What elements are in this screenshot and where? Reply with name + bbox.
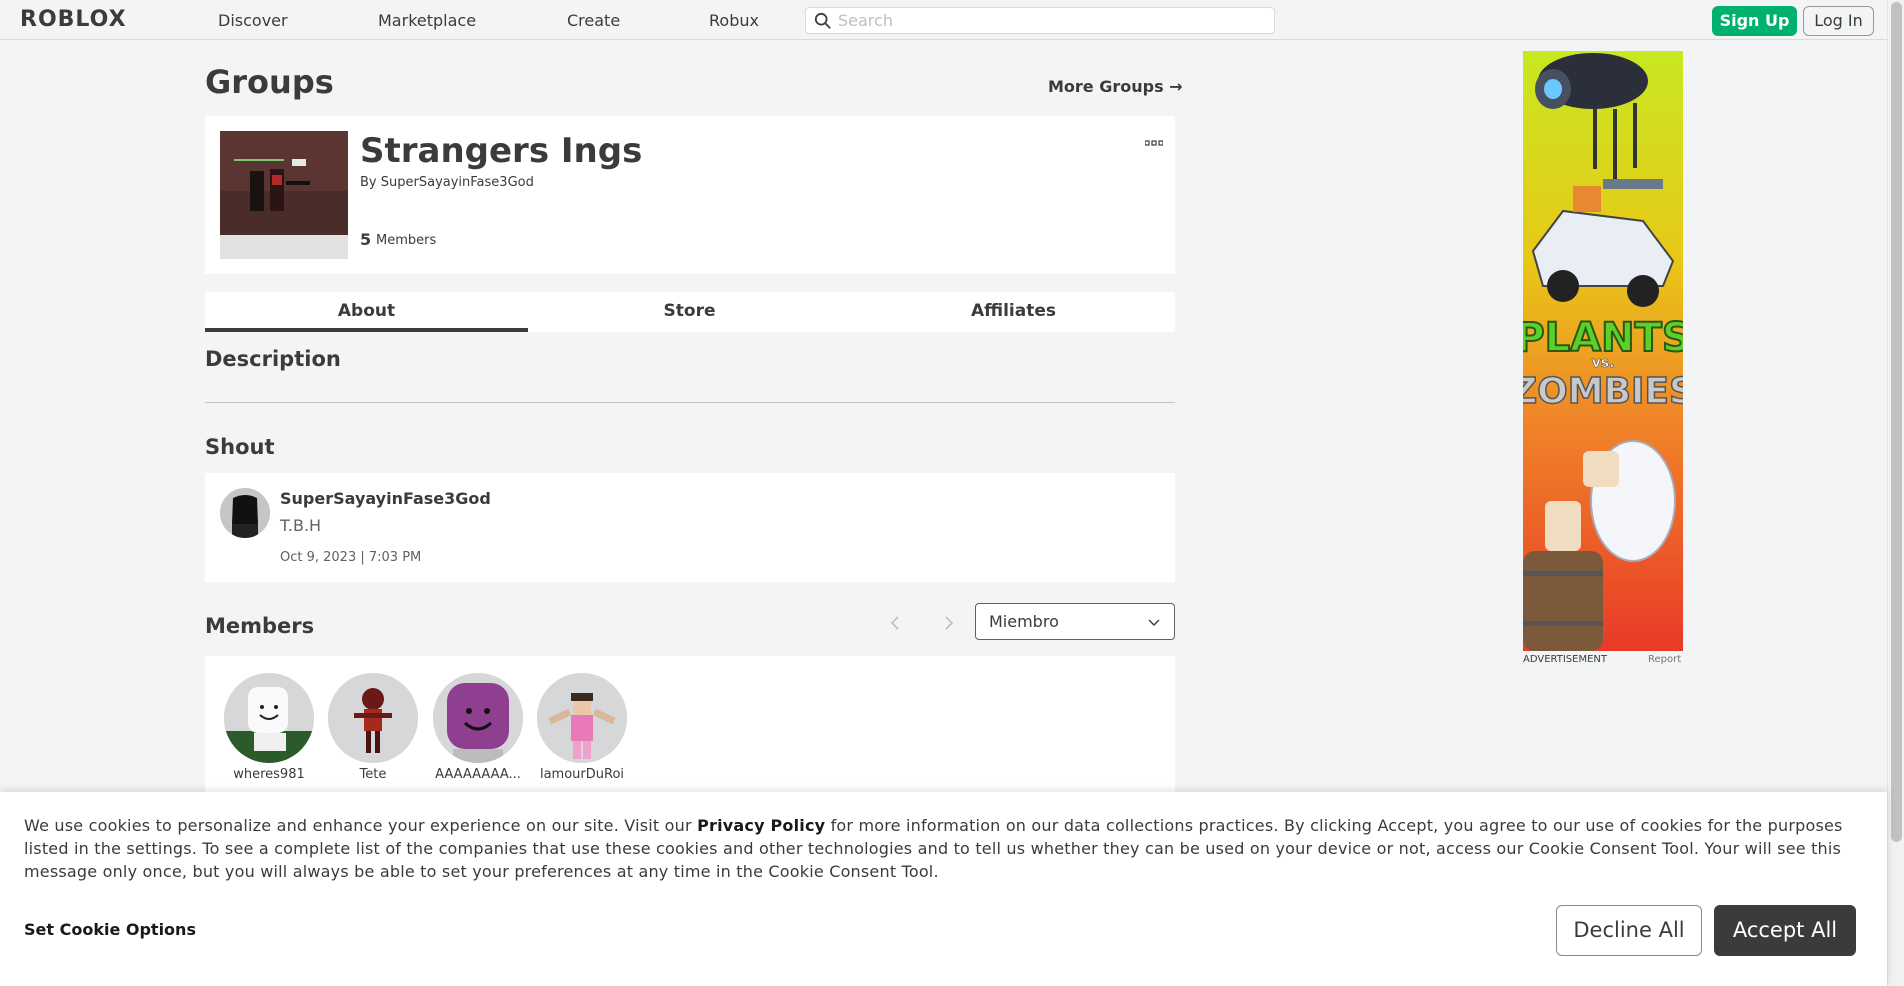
avatar[interactable] bbox=[537, 673, 627, 763]
search-icon bbox=[814, 12, 831, 29]
role-select[interactable]: Miembro bbox=[975, 603, 1175, 640]
members-heading: Members bbox=[205, 614, 315, 638]
group-member-count: 5 bbox=[360, 230, 372, 249]
member-card[interactable]: lamourDuRoi bbox=[536, 673, 628, 782]
shout-message: T.B.H bbox=[280, 516, 322, 535]
cookie-consent-banner: We use cookies to personalize and enhanc… bbox=[0, 792, 1887, 986]
avatar[interactable] bbox=[224, 673, 314, 763]
advertisement-label: ADVERTISEMENT bbox=[1523, 654, 1608, 665]
chevron-right-icon[interactable] bbox=[944, 612, 954, 636]
group-name: Strangers Ings bbox=[360, 131, 643, 171]
search-input[interactable] bbox=[838, 10, 1258, 31]
top-navigation-bar: ROBLOX Discover Marketplace Create Robux… bbox=[0, 0, 1887, 40]
vertical-scrollbar[interactable] bbox=[1887, 0, 1904, 986]
member-name[interactable]: lamourDuRoi bbox=[536, 767, 628, 782]
tab-store[interactable]: Store bbox=[528, 292, 851, 332]
ellipsis-icon[interactable] bbox=[1144, 132, 1164, 151]
avatar[interactable] bbox=[433, 673, 523, 763]
page-title: Groups bbox=[205, 63, 334, 101]
member-card[interactable]: wheres981 bbox=[223, 673, 315, 782]
scrollbar-thumb[interactable] bbox=[1891, 2, 1902, 842]
tab-about[interactable]: About bbox=[205, 292, 528, 332]
avatar[interactable] bbox=[220, 488, 270, 538]
shout-card: SuperSayayinFase3God T.B.H Oct 9, 2023 |… bbox=[205, 473, 1175, 582]
role-select-value: Miembro bbox=[989, 612, 1059, 631]
report-ad-link[interactable]: Report bbox=[1648, 654, 1681, 665]
shout-author-link[interactable]: SuperSayayinFase3God bbox=[280, 489, 491, 508]
roblox-logo[interactable]: ROBLOX bbox=[20, 7, 127, 32]
member-card[interactable]: Tete bbox=[327, 673, 419, 782]
tab-affiliates[interactable]: Affiliates bbox=[852, 292, 1175, 332]
members-list: wheres981 Tete AAAAAAAA... lamourDuRoi bbox=[205, 656, 1175, 796]
member-name[interactable]: Tete bbox=[327, 767, 419, 782]
group-header-card: Strangers Ings By SuperSayayinFase3God 5… bbox=[205, 116, 1175, 274]
nav-link-discover[interactable]: Discover bbox=[218, 11, 288, 30]
group-owner-line: By SuperSayayinFase3God bbox=[360, 175, 534, 190]
shout-timestamp: Oct 9, 2023 | 7:03 PM bbox=[280, 550, 422, 565]
ad-headline-3: ZOMBIES bbox=[1523, 371, 1683, 412]
nav-link-robux[interactable]: Robux bbox=[709, 11, 759, 30]
group-owner-link[interactable]: SuperSayayinFase3God bbox=[381, 175, 534, 190]
avatar[interactable] bbox=[328, 673, 418, 763]
more-groups-link[interactable]: More Groups → bbox=[1048, 77, 1183, 96]
decline-all-button[interactable]: Decline All bbox=[1556, 905, 1702, 956]
advertisement-banner[interactable]: PLANTS vs. ZOMBIES bbox=[1523, 51, 1683, 651]
log-in-button[interactable]: Log In bbox=[1803, 6, 1874, 36]
member-name[interactable]: AAAAAAAA... bbox=[432, 767, 524, 782]
nav-link-create[interactable]: Create bbox=[567, 11, 620, 30]
sign-up-button[interactable]: Sign Up bbox=[1712, 6, 1797, 36]
group-member-count-label: Members bbox=[376, 233, 437, 248]
member-card[interactable]: AAAAAAAA... bbox=[432, 673, 524, 782]
chevron-left-icon[interactable] bbox=[890, 612, 900, 636]
shout-heading: Shout bbox=[205, 435, 275, 459]
cookie-text-start: We use cookies to personalize and enhanc… bbox=[24, 816, 698, 835]
member-name[interactable]: wheres981 bbox=[223, 767, 315, 782]
privacy-policy-link[interactable]: Privacy Policy bbox=[697, 816, 825, 835]
by-label: By bbox=[360, 175, 377, 190]
group-emblem-image bbox=[220, 131, 348, 259]
description-heading: Description bbox=[205, 347, 341, 371]
set-cookie-options-link[interactable]: Set Cookie Options bbox=[24, 920, 196, 939]
group-tabs: About Store Affiliates bbox=[205, 292, 1175, 332]
chevron-down-icon bbox=[1148, 619, 1160, 626]
search-box[interactable] bbox=[805, 7, 1275, 34]
cookie-consent-text: We use cookies to personalize and enhanc… bbox=[24, 814, 1864, 883]
ad-headline-2: vs. bbox=[1592, 355, 1615, 371]
section-divider bbox=[205, 402, 1175, 403]
nav-link-marketplace[interactable]: Marketplace bbox=[378, 11, 476, 30]
accept-all-button[interactable]: Accept All bbox=[1714, 905, 1856, 956]
